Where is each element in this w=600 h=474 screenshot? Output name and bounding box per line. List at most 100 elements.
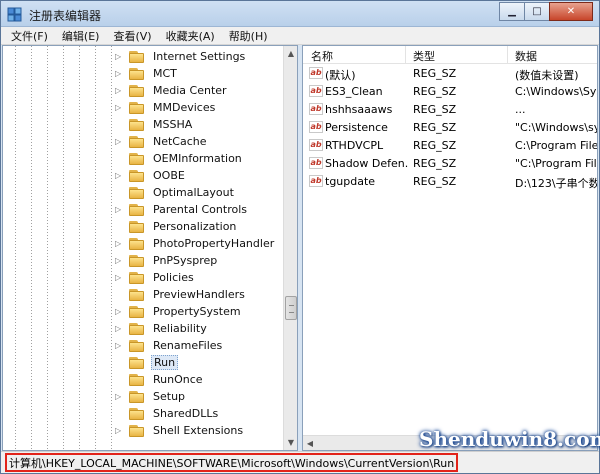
expand-arrow-icon[interactable]: ▷ [115, 426, 123, 435]
tree-item[interactable]: RunOnce [115, 371, 205, 388]
tree-vertical-scrollbar[interactable]: ▲ ▼ [283, 46, 297, 450]
folder-icon [129, 356, 145, 369]
column-divider[interactable] [507, 46, 508, 64]
folder-icon [129, 373, 145, 386]
expand-arrow-icon[interactable]: ▷ [115, 273, 123, 282]
expand-arrow-icon[interactable]: ▷ [115, 103, 123, 112]
folder-icon [129, 288, 145, 301]
key-tree-pane[interactable]: ▷ Internet Settings ▷ MCT ▷ Media Center ▷ MMDe… [2, 45, 298, 451]
column-header-row: 名称 类型 数据 [303, 46, 597, 64]
tree-item-label: Shell Extensions [153, 424, 244, 437]
tree-item[interactable]: PreviewHandlers [115, 286, 247, 303]
menu-help[interactable]: 帮助(H) [223, 28, 276, 44]
value-row[interactable]: ab hshhsaaaws REG_SZ... [303, 101, 597, 119]
scroll-up-arrow-icon[interactable]: ▲ [284, 46, 297, 61]
tree-item-label: PnPSysprep [153, 254, 218, 267]
tree-item[interactable]: ▷ Reliability [115, 320, 209, 337]
column-type[interactable]: 类型 [413, 48, 435, 64]
tree-item[interactable]: ▷ Parental Controls [115, 201, 249, 218]
column-data[interactable]: 数据 [515, 48, 537, 64]
value-row[interactable]: ab Shadow Defen... REG_SZ "C:\Program File [303, 155, 597, 173]
tree-item[interactable]: ▷ RenameFiles [115, 337, 224, 354]
tree-item-label: OOBE [153, 169, 185, 182]
tree-item[interactable]: ▷ Setup [115, 388, 187, 405]
minimize-button[interactable]: ▁ [499, 2, 525, 21]
expand-arrow-icon[interactable]: ▷ [115, 239, 123, 248]
expand-arrow-icon[interactable]: ▷ [115, 341, 123, 350]
close-button[interactable]: ✕ [549, 2, 593, 21]
values-list-pane[interactable]: 名称 类型 数据 ab (默认) REG_SZ (数值未设置) ab ES3_Clean R… [302, 45, 598, 451]
tree-item[interactable]: ▷ NetCache [115, 133, 209, 150]
expand-arrow-icon[interactable]: ▷ [115, 52, 123, 61]
folder-icon [129, 305, 145, 318]
value-name: RTHDVCPL [325, 139, 384, 152]
tree-item[interactable]: ▷ PropertySystem [115, 303, 243, 320]
folder-icon [129, 322, 145, 335]
tree-item[interactable]: ▷ PnPSysprep [115, 252, 219, 269]
expand-arrow-icon[interactable]: ▷ [115, 324, 123, 333]
menu-view[interactable]: 查看(V) [107, 28, 159, 44]
column-divider[interactable] [405, 46, 406, 64]
value-data: (数值未设置) [515, 69, 579, 82]
menu-edit[interactable]: 编辑(E) [56, 28, 108, 44]
value-name: Shadow Defen... [325, 157, 409, 170]
tree-item[interactable]: OptimalLayout [115, 184, 236, 201]
tree-item[interactable]: ▷ Shell Extensions [115, 422, 245, 439]
column-name[interactable]: 名称 [311, 48, 333, 64]
value-row[interactable]: ab tgupdate REG_SZ D:\123\子串个数 [303, 173, 597, 191]
tree-item[interactable]: ▷ PhotoPropertyHandler [115, 235, 276, 252]
value-type: REG_SZ [413, 139, 457, 152]
folder-icon [129, 237, 145, 250]
value-type: REG_SZ [413, 175, 457, 188]
tree-item[interactable]: SharedDLLs [115, 405, 220, 422]
tree-item-label: OEMInformation [153, 152, 242, 165]
tree-item[interactable]: ▷ MCT [115, 65, 179, 82]
expand-arrow-icon[interactable]: ▷ [115, 205, 123, 214]
tree-item-label: PhotoPropertyHandler [153, 237, 275, 250]
tree-item[interactable]: ▷ OOBE [115, 167, 187, 184]
tree-item-label: Parental Controls [153, 203, 247, 216]
expand-arrow-icon[interactable]: ▷ [115, 256, 123, 265]
expand-arrow-icon [115, 189, 123, 197]
expand-arrow-icon [115, 359, 123, 367]
scroll-down-arrow-icon[interactable]: ▼ [284, 435, 297, 450]
site-watermark: Shenduwin8.com [419, 427, 600, 451]
folder-icon [129, 339, 145, 352]
tree-item[interactable]: Personalization [115, 218, 238, 235]
value-row[interactable]: ab ES3_Clean REG_SZ C:\Windows\Sys [303, 83, 597, 101]
tree-item[interactable]: MSSHA [115, 116, 194, 133]
value-row[interactable]: ab (默认) REG_SZ (数值未设置) [303, 65, 597, 83]
tree-item[interactable]: ▷ MMDevices [115, 99, 217, 116]
tree-scroll-thumb[interactable] [285, 296, 297, 320]
tree-item[interactable]: OEMInformation [115, 150, 244, 167]
menu-file[interactable]: 文件(F) [5, 28, 56, 44]
expand-arrow-icon[interactable]: ▷ [115, 307, 123, 316]
scroll-left-arrow-icon[interactable]: ◀ [303, 436, 317, 450]
tree-item[interactable]: ▷ Internet Settings [115, 48, 247, 65]
expand-arrow-icon [115, 121, 123, 129]
expand-arrow-icon[interactable]: ▷ [115, 137, 123, 146]
value-row[interactable]: ab Persistence REG_SZ "C:\Windows\sy [303, 119, 597, 137]
tree-item[interactable]: ▷ Media Center [115, 82, 229, 99]
value-name: hshhsaaaws [325, 103, 393, 116]
window-controls: ▁ □ ✕ [499, 2, 593, 22]
menu-bar: 文件(F) 编辑(E) 查看(V) 收藏夹(A) 帮助(H) [1, 27, 599, 45]
tree-item-label: Reliability [153, 322, 207, 335]
title-bar[interactable]: 注册表编辑器 ▁ □ ✕ [1, 1, 599, 27]
maximize-button[interactable]: □ [524, 2, 550, 21]
expand-arrow-icon[interactable]: ▷ [115, 86, 123, 95]
tree-item-label: MCT [153, 67, 177, 80]
status-bar: 计算机\HKEY_LOCAL_MACHINE\SOFTWARE\Microsof… [1, 451, 599, 473]
tree-item[interactable]: Run [115, 354, 179, 371]
tree-item[interactable]: ▷ Policies [115, 269, 196, 286]
menu-favorites[interactable]: 收藏夹(A) [160, 28, 223, 44]
tree-item-label: NetCache [153, 135, 207, 148]
expand-arrow-icon[interactable]: ▷ [115, 171, 123, 180]
value-type: REG_SZ [413, 121, 457, 134]
string-value-icon: ab [309, 157, 323, 169]
value-row[interactable]: ab RTHDVCPL REG_SZ C:\Program Files [303, 137, 597, 155]
expand-arrow-icon[interactable]: ▷ [115, 69, 123, 78]
expand-arrow-icon[interactable]: ▷ [115, 392, 123, 401]
folder-icon [129, 254, 145, 267]
tree-item-label: Policies [153, 271, 194, 284]
